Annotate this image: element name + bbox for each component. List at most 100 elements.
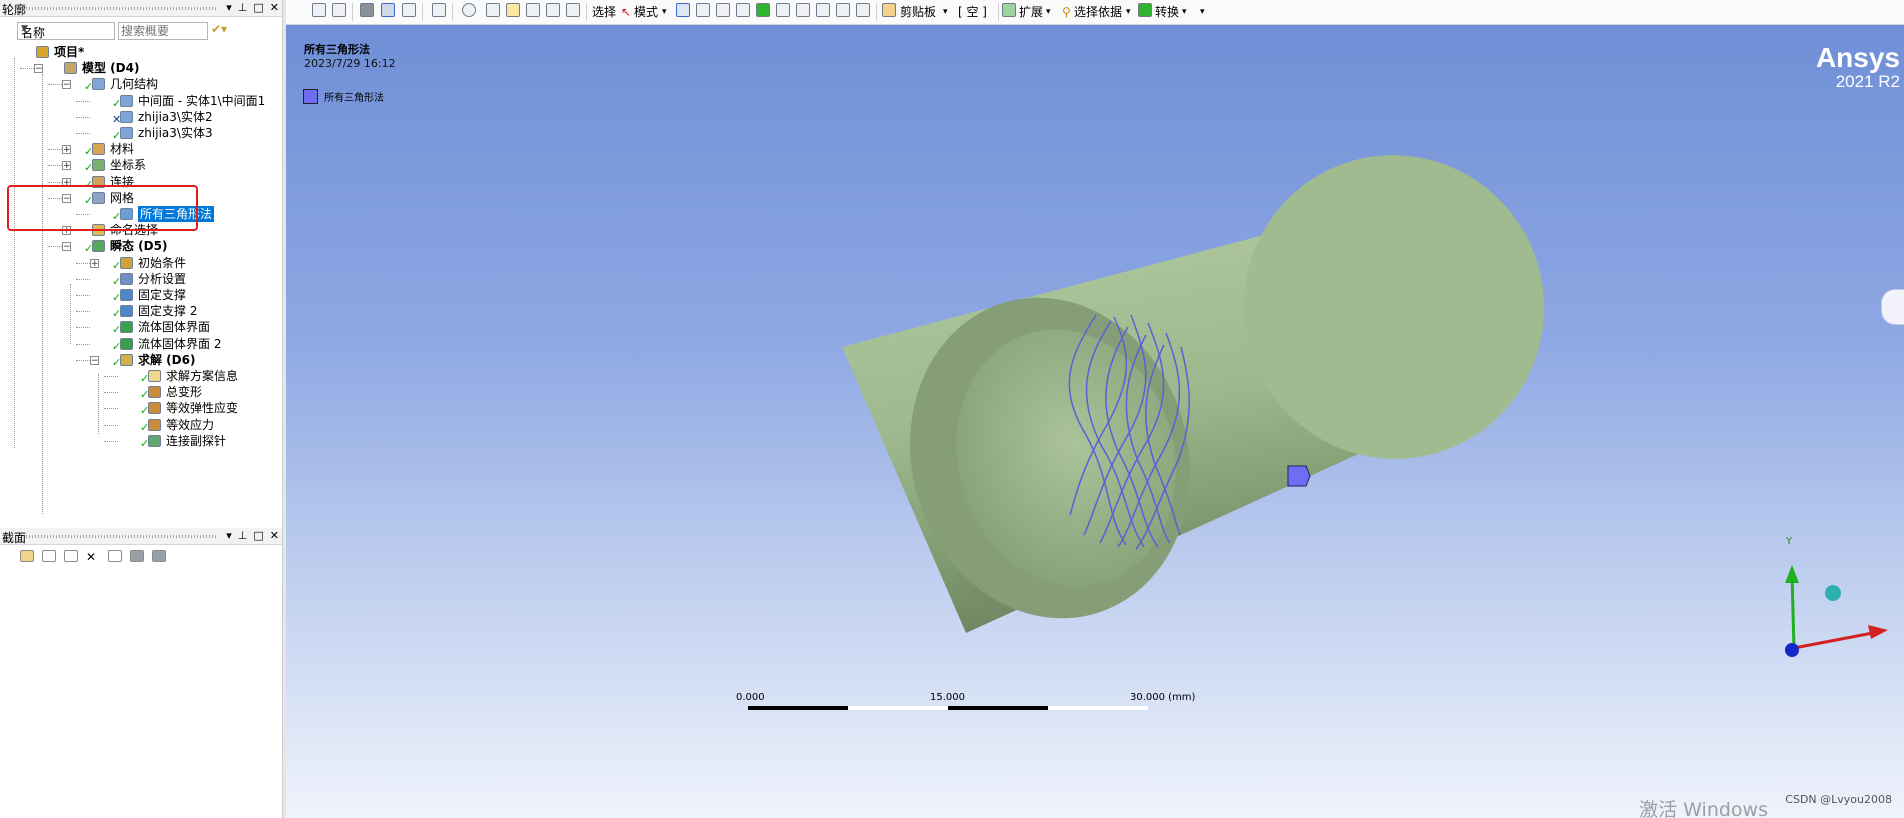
chevron-down-icon[interactable]: ▾ (1126, 3, 1131, 21)
tube-body[interactable] (842, 120, 1580, 652)
fsi-icon (120, 321, 133, 334)
extend-menu[interactable]: 扩展 (1019, 3, 1043, 21)
joint-probe-icon (148, 434, 161, 447)
section-grip[interactable] (26, 535, 216, 538)
dropdown-icon[interactable]: ▾ (226, 0, 232, 16)
location-pin-icon[interactable]: ⚲ (1062, 3, 1071, 21)
clipboard-menu[interactable]: 剪贴板 (900, 3, 936, 21)
select-element-icon[interactable] (816, 3, 830, 17)
geometry-icon (92, 78, 105, 91)
scale-label-start: 0.000 (736, 692, 765, 703)
model-icon (64, 62, 77, 75)
outline-grip[interactable] (26, 7, 216, 10)
chevron-down-icon[interactable]: ▾ (1046, 3, 1051, 21)
convert-icon[interactable] (1138, 3, 1152, 17)
select-body-icon[interactable] (756, 3, 770, 17)
extend-icon[interactable] (1002, 3, 1016, 17)
search-box[interactable] (118, 22, 208, 40)
graphics-viewport[interactable]: 所有三角形法 2023/7/29 16:12 所有三角形法 Ansys 2021… (286, 25, 1904, 818)
zoom-in-icon[interactable] (312, 3, 326, 17)
maximize-icon[interactable]: □ (253, 528, 263, 544)
scale-bar (748, 706, 1148, 710)
tree-item-label: 分析设置 (138, 271, 187, 286)
pin-icon[interactable]: ⊥ (238, 528, 248, 544)
tree-connector (76, 133, 90, 134)
side-panel-tab[interactable] (1881, 289, 1904, 325)
mode-menu[interactable]: 模式 (634, 3, 658, 21)
show-capping-icon[interactable] (152, 550, 166, 562)
wireframe-view-icon[interactable] (381, 3, 395, 17)
select-vertex-icon[interactable] (736, 3, 750, 17)
axis-triad[interactable]: Y (1785, 536, 1888, 657)
select-mode-icon[interactable]: ↖ (621, 3, 631, 21)
search-options-icon[interactable]: ✔▾ (211, 22, 227, 36)
chevron-down-icon[interactable]: ▾ (1182, 3, 1187, 21)
select-element-face-icon[interactable] (796, 3, 810, 17)
select-by-menu[interactable]: 选择依据 (1074, 3, 1122, 21)
delete-icon[interactable]: ✕ (86, 550, 100, 564)
tree-item-label: 中间面 - 实体1\中间面1 (138, 93, 266, 108)
zoom-icon[interactable] (506, 3, 520, 17)
surface-body-icon (120, 94, 133, 107)
zoom-to-fit-icon[interactable] (546, 3, 560, 17)
collapse-icon[interactable]: − (90, 355, 99, 365)
isometric-ball-icon[interactable] (1825, 585, 1841, 601)
edit-section-icon[interactable] (42, 550, 56, 562)
select-face-icon[interactable] (696, 3, 710, 17)
outline-title: 轮廓 (2, 3, 27, 17)
maximize-icon[interactable]: □ (253, 0, 263, 16)
magnifier-icon[interactable] (566, 3, 580, 17)
copy-view-icon[interactable] (432, 3, 446, 17)
close-icon[interactable]: ✕ (270, 528, 279, 544)
dropdown-icon[interactable]: ▾ (226, 528, 232, 544)
expand-icon[interactable]: + (90, 258, 99, 268)
select-edge-icon[interactable] (716, 3, 730, 17)
chevron-down-icon[interactable]: ▾ (943, 3, 948, 21)
clipboard-icon[interactable] (882, 3, 896, 17)
label-icon[interactable] (856, 3, 870, 17)
show-edges-icon[interactable] (108, 550, 122, 562)
tree-connector (76, 116, 90, 118)
show-section-icon[interactable] (130, 550, 144, 562)
tree-guide-line (42, 74, 43, 192)
collapse-icon[interactable]: − (34, 64, 43, 74)
body-view-icon[interactable] (360, 3, 374, 17)
show-vertices-icon[interactable] (402, 3, 416, 17)
y-axis-arrow (1790, 574, 1796, 649)
tree-connector (104, 392, 118, 394)
search-input[interactable] (121, 24, 205, 38)
tree-item-label: 项目* (54, 45, 85, 59)
select-label[interactable]: 选择 (592, 3, 616, 21)
section-slider-icon[interactable] (64, 550, 78, 562)
convert-menu[interactable]: 转换 (1155, 3, 1179, 21)
select-node-icon[interactable] (776, 3, 790, 17)
tree-item[interactable]: 项目* (0, 44, 282, 60)
x-axis-head (1868, 625, 1888, 639)
scale-label-end: 30.000 (mm) (1130, 692, 1196, 703)
rotate-icon[interactable] (462, 3, 476, 17)
coordinate-system-icon (92, 159, 105, 172)
tree-item-label: 连接副探针 (166, 433, 227, 448)
tree-connector (76, 359, 90, 361)
box-zoom-icon[interactable] (526, 3, 540, 17)
toolbar-overflow-icon[interactable]: ▾ (1200, 3, 1205, 21)
xyz-icon[interactable] (836, 3, 850, 17)
mesh-method-marker[interactable] (1287, 465, 1311, 487)
x-axis-arrow (1793, 630, 1879, 650)
zoom-out-icon[interactable] (332, 3, 346, 17)
csdn-credit: CSDN @Lvyou2008 (1785, 793, 1892, 806)
tree-connector (76, 100, 90, 102)
close-icon[interactable]: ✕ (270, 0, 279, 16)
tree-item-label: 流体固体界面 (138, 320, 211, 335)
pan-icon[interactable] (486, 3, 500, 17)
tree-item-label: 材料 (110, 142, 135, 157)
select-point-icon[interactable] (676, 3, 690, 17)
chevron-down-icon[interactable]: ▾ (662, 3, 667, 21)
collapse-icon[interactable]: − (62, 242, 71, 252)
filter-field-select[interactable]: 名称 ▼ (17, 22, 115, 40)
expand-icon[interactable]: + (62, 145, 71, 155)
pin-icon[interactable]: ⊥ (238, 0, 248, 16)
expand-icon[interactable]: + (62, 161, 71, 171)
new-section-icon[interactable] (20, 550, 34, 562)
collapse-icon[interactable]: − (62, 80, 71, 90)
